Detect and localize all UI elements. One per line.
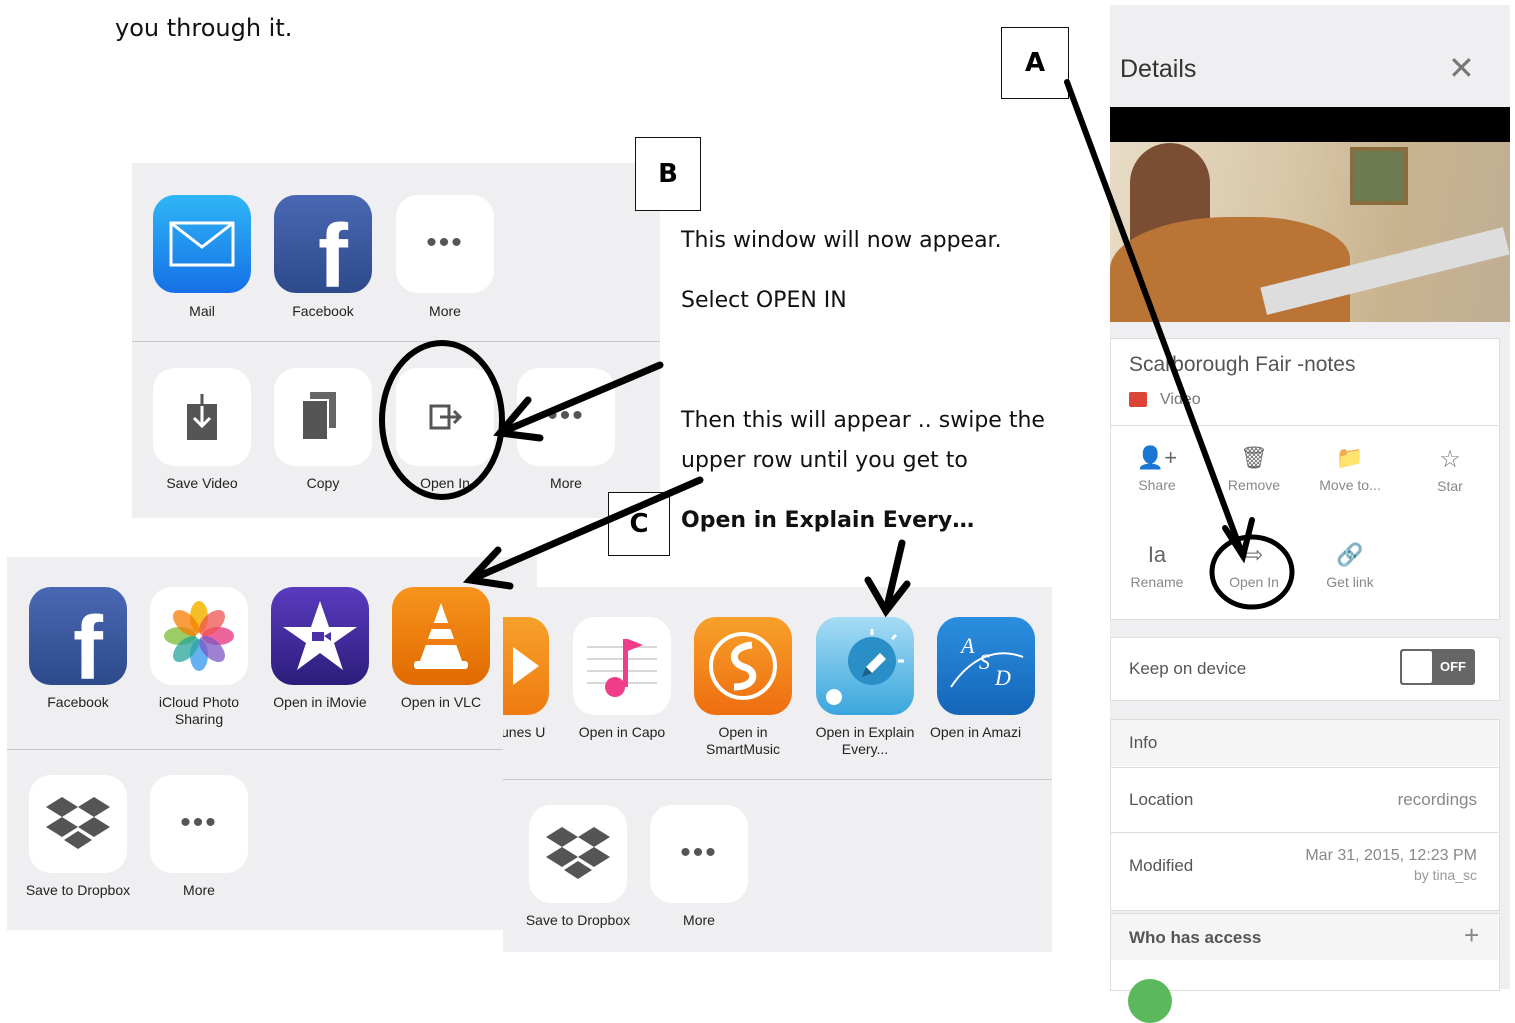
app-label: More bbox=[429, 303, 461, 319]
facebook-icon[interactable]: f bbox=[274, 195, 372, 307]
file-type: Video bbox=[1160, 391, 1201, 408]
app-label: Facebook bbox=[47, 694, 109, 710]
app-label: Open in iMovie bbox=[273, 694, 367, 710]
open-in-icon[interactable] bbox=[396, 368, 494, 466]
get-link-action[interactable]: 🔗 Get link bbox=[1315, 542, 1385, 590]
keep-on-device-toggle[interactable]: OFF bbox=[1400, 649, 1475, 685]
action-label: More bbox=[183, 882, 215, 898]
save-video-icon[interactable] bbox=[153, 368, 251, 466]
open-in-action[interactable]: ⇨ Open In bbox=[1217, 542, 1291, 590]
action-label: Save Video bbox=[166, 475, 238, 491]
photos-icon[interactable] bbox=[150, 587, 248, 685]
trash-icon: 🗑 bbox=[1240, 445, 1268, 470]
details-panel: Details ✕ Scarborough Fair -notes Video … bbox=[1110, 5, 1510, 1023]
star-icon: ☆ bbox=[1439, 446, 1461, 473]
app-label: Open in VLC bbox=[400, 694, 482, 710]
app-label: unes U bbox=[503, 724, 546, 740]
label-c: C bbox=[608, 492, 670, 556]
action-label: Copy bbox=[306, 475, 340, 491]
share-sheet-c2: unes U Open in Capo Open in SmartMusic O… bbox=[503, 587, 1052, 952]
more-icon[interactable]: ••• bbox=[150, 775, 248, 873]
app-label: Facebook bbox=[292, 303, 354, 319]
dropbox-icon[interactable] bbox=[529, 805, 627, 903]
share-action[interactable]: 👤+ Share bbox=[1122, 445, 1192, 493]
location-label: Location bbox=[1129, 790, 1194, 809]
move-to-action[interactable]: 📁 Move to... bbox=[1310, 445, 1390, 493]
close-icon[interactable]: ✕ bbox=[1448, 49, 1475, 87]
star-action[interactable]: ☆ Star bbox=[1415, 445, 1485, 494]
doc-top-line: you through it. bbox=[115, 14, 293, 42]
svg-text:S: S bbox=[979, 649, 990, 674]
who-has-access-header: Who has access bbox=[1129, 928, 1262, 947]
location-value: recordings bbox=[1397, 790, 1477, 809]
instruction-line-1: This window will now appear. bbox=[681, 228, 1002, 253]
capo-icon[interactable] bbox=[573, 617, 671, 715]
itunes-u-icon[interactable] bbox=[503, 617, 549, 715]
more-icon[interactable]: ••• bbox=[650, 805, 748, 903]
share-sheet-c1: f Facebook iCloud Photo Sharing Open in … bbox=[7, 557, 537, 930]
info-header: Info bbox=[1129, 733, 1158, 752]
explain-everything-icon[interactable] bbox=[816, 617, 914, 715]
app-label: Open in SmartMusic bbox=[706, 724, 780, 757]
svg-text:f: f bbox=[318, 207, 349, 293]
add-access-icon[interactable]: + bbox=[1464, 920, 1479, 951]
page-title: Details bbox=[1120, 55, 1197, 83]
avatar bbox=[1128, 979, 1172, 1023]
vlc-icon[interactable] bbox=[392, 587, 490, 685]
label-b: B bbox=[635, 137, 701, 211]
svg-text:f: f bbox=[73, 599, 104, 685]
facebook-icon[interactable]: f bbox=[29, 587, 127, 699]
mail-icon[interactable] bbox=[153, 195, 251, 293]
video-thumbnail[interactable] bbox=[1110, 107, 1510, 322]
remove-action[interactable]: 🗑 Remove bbox=[1219, 445, 1289, 493]
app-label: Mail bbox=[189, 303, 215, 319]
instruction-line-5: Open in Explain Every… bbox=[681, 508, 975, 533]
action-label: Save to Dropbox bbox=[25, 882, 131, 898]
dropbox-icon[interactable] bbox=[29, 775, 127, 873]
app-label: Open in Explain Every... bbox=[815, 724, 915, 757]
instruction-line-4: upper row until you get to bbox=[681, 448, 968, 473]
label-a: A bbox=[1001, 27, 1069, 99]
keep-on-device-label: Keep on device bbox=[1129, 659, 1247, 678]
modified-value: Mar 31, 2015, 12:23 PM bbox=[1305, 847, 1477, 864]
action-label: Open In bbox=[420, 475, 470, 491]
action-label: Save to Dropbox bbox=[525, 912, 631, 928]
app-label: Open in Capo bbox=[578, 724, 666, 740]
rename-action[interactable]: Ia Rename bbox=[1122, 542, 1192, 590]
instruction-line-3: Then this will appear .. swipe the bbox=[681, 408, 1045, 433]
open-in-icon: ⇨ bbox=[1244, 542, 1264, 567]
imovie-icon[interactable] bbox=[271, 587, 369, 685]
add-person-icon: 👤+ bbox=[1136, 445, 1178, 470]
video-type-icon bbox=[1129, 392, 1147, 407]
link-icon: 🔗 bbox=[1336, 542, 1364, 567]
file-name: Scarborough Fair -notes bbox=[1129, 353, 1356, 376]
modified-by: by tina_sc bbox=[1413, 867, 1477, 883]
asd-icon[interactable]: ASD bbox=[937, 617, 1035, 715]
svg-text:D: D bbox=[994, 665, 1011, 690]
more-icon[interactable]: ••• bbox=[517, 368, 615, 466]
action-label: More bbox=[683, 912, 715, 928]
copy-icon[interactable] bbox=[274, 368, 372, 466]
modified-label: Modified bbox=[1129, 856, 1194, 875]
svg-text:A: A bbox=[959, 633, 975, 658]
share-sheet-b: Mail f Facebook ••• More Save Video Copy… bbox=[132, 163, 660, 518]
instruction-line-2: Select OPEN IN bbox=[681, 288, 847, 313]
rename-icon: Ia bbox=[1147, 542, 1167, 567]
smartmusic-icon[interactable] bbox=[694, 617, 792, 715]
app-label: iCloud Photo Sharing bbox=[158, 694, 240, 727]
more-icon[interactable]: ••• bbox=[396, 195, 494, 293]
action-label: More bbox=[550, 475, 582, 491]
folder-move-icon: 📁 bbox=[1336, 445, 1364, 470]
app-label: Open in Amazi bbox=[930, 724, 1022, 740]
